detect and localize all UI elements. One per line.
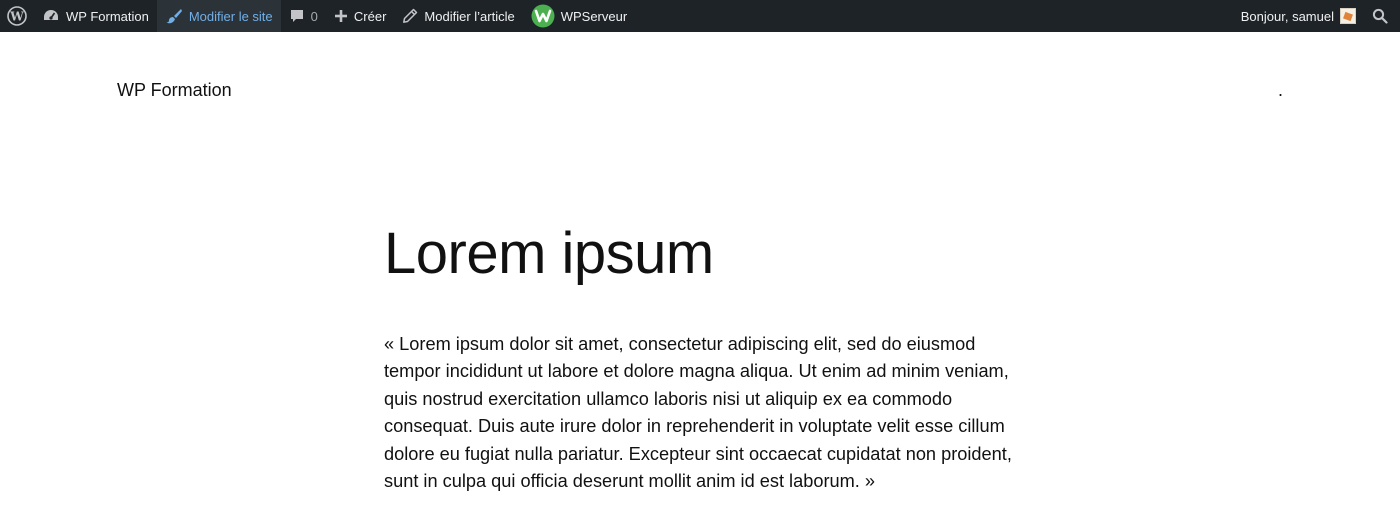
search-button[interactable] [1362, 0, 1400, 32]
edit-post-label: Modifier l’article [424, 8, 515, 24]
comment-bubble-icon [289, 8, 305, 24]
post-paragraph: « Lorem ipsum dolor sit amet, consectetu… [384, 334, 1012, 492]
site-header: WP Formation . [0, 32, 1400, 152]
customize-site-link[interactable]: Modifier le site [156, 0, 281, 32]
wordpress-logo-icon: W [7, 6, 27, 26]
header-menu-placeholder: . [1278, 80, 1284, 100]
wpserveur-menu[interactable]: WPServeur [523, 0, 635, 32]
site-name-menu[interactable]: WP Formation [34, 0, 157, 32]
svg-text:W: W [9, 10, 24, 24]
my-account-menu[interactable]: Bonjour, samuel [1233, 0, 1362, 32]
wpserveur-label: WPServeur [560, 8, 628, 24]
plus-icon [334, 9, 348, 23]
dashboard-icon [42, 8, 60, 24]
greeting-label: Bonjour, samuel [1240, 8, 1334, 24]
new-content-menu[interactable]: Créer [326, 0, 395, 32]
site-title-link[interactable]: WP Formation [117, 80, 232, 101]
comments-link[interactable]: 0 [281, 0, 326, 32]
edit-post-link[interactable]: Modifier l’article [394, 0, 522, 32]
post-title: Lorem ipsum [384, 221, 714, 286]
pencil-icon [402, 8, 418, 24]
admin-bar: W WP Formation Modifier le site 0 Créer … [0, 0, 1400, 32]
wp-logo-menu[interactable]: W [0, 0, 34, 32]
search-icon [1372, 8, 1388, 24]
customize-site-label: Modifier le site [188, 8, 273, 24]
site-name-label: WP Formation [66, 8, 149, 24]
wpserveur-logo-icon [531, 4, 555, 28]
brush-icon [165, 8, 183, 24]
new-content-label: Créer [353, 8, 387, 24]
avatar [1340, 8, 1356, 24]
comments-count: 0 [310, 8, 318, 24]
